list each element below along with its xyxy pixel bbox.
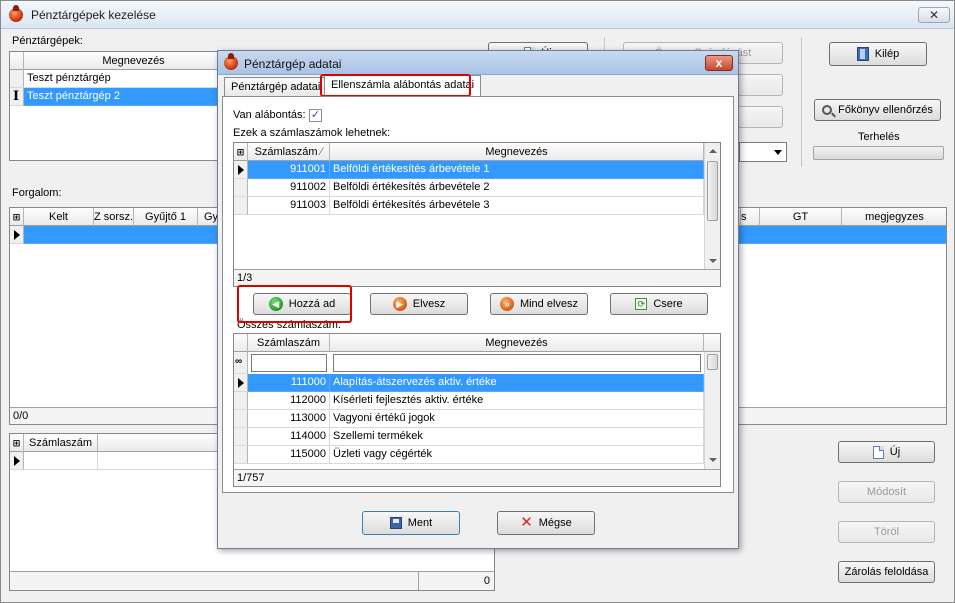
scroll-up-icon: [709, 149, 717, 153]
tab-ellenszamla-alabontas[interactable]: Ellenszámla alábontás adatai: [324, 75, 482, 97]
checkmark-icon: ✓: [310, 109, 321, 121]
new-button[interactable]: Új: [838, 441, 935, 463]
dialog-title: Pénztárgép adatai: [244, 57, 342, 71]
osszes-label: Összes számlaszám:: [237, 319, 341, 331]
close-icon: ✕: [520, 514, 533, 531]
row-pointer-icon: [14, 456, 20, 466]
all-accounts-grid[interactable]: Számlaszám Megnevezés ∞ 111000 Alapítás-…: [233, 333, 721, 487]
arrow-left-icon: ◀: [268, 297, 283, 311]
chevron-down-icon: [774, 150, 782, 155]
forgalom-label: Forgalom:: [12, 187, 62, 199]
save-button[interactable]: Ment: [362, 511, 460, 535]
grid-settings-icon: ⊞: [236, 147, 245, 157]
szamlaszam-header: Számlaszám: [24, 434, 98, 452]
row-pointer-icon: [238, 165, 244, 175]
main-close-button[interactable]: ✕: [918, 7, 950, 23]
swap-button[interactable]: ⟳ Csere: [610, 293, 708, 315]
forgalom-header-megjegyzes: megjegyzes: [842, 208, 946, 226]
cashregisters-grid[interactable]: Megnevezés Teszt pénztárgép I Teszt pénz…: [9, 51, 223, 161]
grid2-vertical-scrollbar[interactable]: [704, 352, 720, 470]
filter-megnevezes-input[interactable]: [333, 354, 701, 372]
lehetnek-label: Ezek a számlaszámok lehetnek:: [233, 127, 391, 139]
separator: [801, 37, 802, 167]
grid1-header-szamlaszam: Számlaszám ⁄: [248, 143, 330, 161]
table-row[interactable]: 113000 Vagyoni értékű jogok: [234, 410, 720, 428]
cashregisters-label: Pénztárgépek:: [12, 35, 83, 47]
main-title-bar: Pénztárgépek kezelése: [1, 1, 954, 29]
table-row[interactable]: 911003 Belföldi értékesítés árbevétele 3: [234, 197, 720, 215]
forgalom-header-kelt: Kelt: [24, 208, 94, 226]
allowed-accounts-grid[interactable]: ⊞ Számlaszám ⁄ Megnevezés 911001 Belföld…: [233, 142, 721, 287]
terheles-progress-bar: [813, 146, 944, 160]
table-row[interactable]: Teszt pénztárgép: [10, 70, 222, 88]
filter-row: ∞: [234, 352, 720, 374]
combo-box[interactable]: [739, 142, 787, 162]
grid1-status: 1/3: [234, 269, 720, 286]
table-row[interactable]: 911002 Belföldi értékesítés árbevétele 2: [234, 179, 720, 197]
forgalom-header-gyujto1: Gyűjtő 1: [134, 208, 198, 226]
grid-settings-icon: ⊞: [12, 212, 21, 222]
text-cursor-icon: I: [13, 89, 20, 104]
tab-panel: Van alábontás: ✓ Ezek a számlaszámok leh…: [222, 96, 734, 493]
magnifier-icon: [822, 105, 837, 118]
delete-button[interactable]: Töröl: [838, 521, 935, 543]
exit-button[interactable]: Kilép: [829, 42, 927, 66]
table-row[interactable]: 114000 Szellemi termékek: [234, 428, 720, 446]
terheles-label: Terhelés: [858, 131, 900, 143]
remove-all-button[interactable]: » Mind elvesz: [490, 293, 588, 315]
cancel-button[interactable]: ✕ Mégse: [497, 511, 595, 535]
van-alabontas-label: Van alábontás:: [233, 109, 306, 121]
forgalom-header-s: s: [740, 208, 760, 226]
forgalom-header-gt: GT: [760, 208, 842, 226]
grid1-header-megnevezes: Megnevezés: [330, 143, 704, 161]
app-icon: [9, 5, 23, 22]
add-button[interactable]: ◀ Hozzá ad: [253, 293, 351, 315]
table-row[interactable]: 111000 Alapítás-átszervezés aktiv. érték…: [234, 374, 720, 392]
bottom-status: 0: [483, 575, 490, 587]
forgalom-header-zsorsz: Z sorsz.: [94, 208, 134, 226]
grid2-header-szamlaszam: Számlaszám: [248, 334, 330, 352]
cashregister-dialog: Pénztárgép adatai x Pénztárgép adatai El…: [217, 50, 739, 549]
dialog-close-button[interactable]: x: [705, 55, 733, 71]
unlock-button[interactable]: Zárolás feloldása: [838, 561, 935, 583]
door-exit-icon: [856, 47, 869, 61]
floppy-disk-icon: [389, 517, 402, 529]
binoculars-icon: ∞: [235, 356, 243, 367]
arrow-right-icon: ▶: [392, 297, 407, 311]
tab-bar: Pénztárgép adatai Ellenszámla alábontás …: [222, 75, 736, 97]
grid2-header-megnevezes: Megnevezés: [330, 334, 704, 352]
double-arrow-right-icon: »: [499, 297, 514, 311]
row-pointer-icon: [14, 230, 20, 240]
scroll-down-icon: [709, 259, 717, 263]
scroll-thumb[interactable]: [707, 161, 718, 221]
table-row[interactable]: 112000 Kísérleti fejlesztés aktiv. érték…: [234, 392, 720, 410]
table-row[interactable]: 911001 Belföldi értékesítés árbevétele 1: [234, 161, 720, 179]
grid-settings-icon: ⊞: [12, 438, 21, 448]
table-row[interactable]: I Teszt pénztárgép 2: [10, 88, 222, 106]
main-window-title: Pénztárgépek kezelése: [31, 8, 156, 22]
tab-penztargep-adatai[interactable]: Pénztárgép adatai: [224, 77, 328, 97]
dialog-title-bar: Pénztárgép adatai x: [218, 51, 738, 75]
app-icon: [224, 53, 238, 70]
scroll-down-icon: [709, 458, 717, 462]
filter-szamlaszam-input[interactable]: [251, 354, 327, 372]
scroll-thumb[interactable]: [707, 354, 718, 370]
ledger-check-button[interactable]: Főkönyv ellenőrzés: [814, 99, 941, 121]
cashregisters-header-megnevezes: Megnevezés: [24, 52, 222, 70]
document-icon: [872, 445, 884, 459]
row-pointer-icon: [238, 378, 244, 388]
van-alabontas-checkbox[interactable]: ✓: [309, 109, 322, 122]
grid2-status: 1/757: [234, 469, 720, 486]
grid1-vertical-scrollbar[interactable]: [704, 143, 720, 270]
swap-icon: ⟳: [635, 298, 648, 310]
modify-button[interactable]: Módosít: [838, 481, 935, 503]
table-row[interactable]: 115000 Üzleti vagy cégérték: [234, 446, 720, 464]
remove-button[interactable]: ▶ Elvesz: [370, 293, 468, 315]
